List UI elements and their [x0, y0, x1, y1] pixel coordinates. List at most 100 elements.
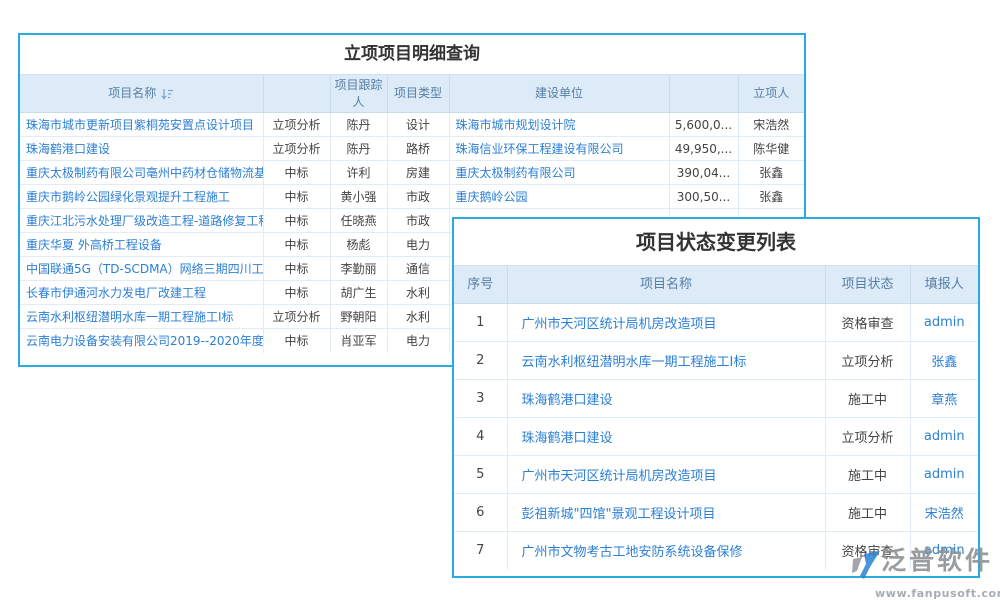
table-cell: 陈丹: [330, 113, 387, 137]
table-row: 1广州市天河区统计局机房改造项目资格审查admin: [454, 304, 978, 342]
cell-link[interactable]: 珠海鹤港口建设: [507, 418, 825, 456]
column-header-amount: [669, 75, 738, 113]
table-row: 5广州市天河区统计局机房改造项目施工中admin: [454, 456, 978, 494]
table-cell: 资格审查: [825, 532, 910, 570]
column-header-type: 项目类型: [387, 75, 449, 113]
table-cell: 6: [454, 494, 507, 532]
table-cell: 施工中: [825, 494, 910, 532]
table-cell: 300,50...: [669, 185, 738, 209]
table-cell: 中标: [263, 281, 330, 305]
table-cell: 中标: [263, 185, 330, 209]
cell-link[interactable]: 珠海市城市规划设计院: [449, 113, 669, 137]
status-change-table: 序号 项目名称 项目状态 填报人 1广州市天河区统计局机房改造项目资格审查adm…: [454, 265, 978, 570]
column-header-project-name: 项目名称: [507, 266, 825, 304]
table-cell: 宋浩然: [738, 113, 804, 137]
table-cell: 设计: [387, 113, 449, 137]
table-cell: 杨彪: [330, 233, 387, 257]
table-cell: 中标: [263, 161, 330, 185]
table-cell: 中标: [263, 329, 330, 353]
panel2-title: 项目状态变更列表: [454, 219, 978, 265]
cell-link[interactable]: 珠海鹤港口建设: [20, 137, 263, 161]
table-cell: 49,950,...: [669, 137, 738, 161]
table-row: 7广州市文物考古工地安防系统设备保修资格审查admin: [454, 532, 978, 570]
table-cell: 路桥: [387, 137, 449, 161]
cell-link[interactable]: 广州市天河区统计局机房改造项目: [507, 304, 825, 342]
table-cell: 任晓燕: [330, 209, 387, 233]
table-cell: 陈丹: [330, 137, 387, 161]
column-header-project-name[interactable]: 项目名称: [20, 75, 263, 113]
status-change-table-body: 1广州市天河区统计局机房改造项目资格审查admin2云南水利枢纽潜明水库一期工程…: [454, 304, 978, 570]
table-row: 重庆市鹅岭公园绿化景观提升工程施工中标黄小强市政重庆鹅岭公园300,50...张…: [20, 185, 804, 209]
cell-link[interactable]: 彭祖新城"四馆"景观工程设计项目: [507, 494, 825, 532]
table-cell: 肖亚军: [330, 329, 387, 353]
table-cell: 胡广生: [330, 281, 387, 305]
watermark-url-text: www.fanpusoft.com: [875, 587, 1000, 600]
cell-link[interactable]: 广州市文物考古工地安防系统设备保修: [507, 532, 825, 570]
column-header-initiator: 立项人: [738, 75, 804, 113]
table-row: 2云南水利枢纽潜明水库一期工程施工I标立项分析张鑫: [454, 342, 978, 380]
table-cell: 黄小强: [330, 185, 387, 209]
cell-link[interactable]: 云南电力设备安装有限公司2019--2020年度劳务: [20, 329, 263, 353]
cell-link[interactable]: 云南水利枢纽潜明水库一期工程施工I标: [507, 342, 825, 380]
table-cell: 房建: [387, 161, 449, 185]
table-cell: 许利: [330, 161, 387, 185]
table-cell: 7: [454, 532, 507, 570]
table-cell: 水利: [387, 281, 449, 305]
cell-link[interactable]: 中国联通5G（TD-SCDMA）网络三期四川工程: [20, 257, 263, 281]
table-cell: 电力: [387, 329, 449, 353]
cell-link[interactable]: 章燕: [910, 380, 978, 418]
cell-link[interactable]: 珠海鹤港口建设: [507, 380, 825, 418]
cell-link[interactable]: 长春市伊通河水力发电厂改建工程: [20, 281, 263, 305]
table-cell: 中标: [263, 233, 330, 257]
table-cell: 张鑫: [738, 161, 804, 185]
table-row: 6彭祖新城"四馆"景观工程设计项目施工中宋浩然: [454, 494, 978, 532]
table-cell: 立项分析: [263, 305, 330, 329]
cell-link[interactable]: 宋浩然: [910, 494, 978, 532]
table-cell: 立项分析: [825, 342, 910, 380]
table-cell: 5: [454, 456, 507, 494]
cell-link[interactable]: 广州市天河区统计局机房改造项目: [507, 456, 825, 494]
column-header-reporter: 填报人: [910, 266, 978, 304]
status-change-list-panel: 项目状态变更列表 序号 项目名称 项目状态 填报人 1广州市天河区统计局机房改造…: [452, 217, 980, 578]
column-header-project-state: 项目状态: [825, 266, 910, 304]
table-cell: 2: [454, 342, 507, 380]
header-row: 序号 项目名称 项目状态 填报人: [454, 266, 978, 304]
cell-link[interactable]: 珠海市城市更新项目紫桐苑安置点设计项目: [20, 113, 263, 137]
table-row: 重庆太极制药有限公司亳州中药材仓储物流基地中标许利房建重庆太极制药有限公司390…: [20, 161, 804, 185]
table-cell: 施工中: [825, 456, 910, 494]
table-cell: 电力: [387, 233, 449, 257]
cell-link[interactable]: 重庆太极制药有限公司: [449, 161, 669, 185]
header-row: 项目名称 项目跟踪人 项目类: [20, 75, 804, 113]
cell-link[interactable]: 重庆鹅岭公园: [449, 185, 669, 209]
cell-link[interactable]: 重庆太极制药有限公司亳州中药材仓储物流基地: [20, 161, 263, 185]
cell-link[interactable]: admin: [910, 304, 978, 342]
panel1-title: 立项项目明细查询: [20, 35, 804, 74]
table-cell: 张鑫: [738, 185, 804, 209]
sort-icon[interactable]: [161, 88, 174, 100]
cell-link[interactable]: 云南水利枢纽潜明水库一期工程施工I标: [20, 305, 263, 329]
table-cell: 中标: [263, 257, 330, 281]
cell-link[interactable]: 重庆江北污水处理厂级改造工程-道路修复工程: [20, 209, 263, 233]
cell-link[interactable]: 张鑫: [910, 342, 978, 380]
table-row: 珠海鹤港口建设立项分析陈丹路桥珠海信业环保工程建设有限公司49,950,...陈…: [20, 137, 804, 161]
table-row: 3珠海鹤港口建设施工中章燕: [454, 380, 978, 418]
column-header-status: [263, 75, 330, 113]
table-cell: 立项分析: [825, 418, 910, 456]
table-cell: 野朝阳: [330, 305, 387, 329]
cell-link[interactable]: admin: [910, 418, 978, 456]
column-header-index: 序号: [454, 266, 507, 304]
table-cell: 通信: [387, 257, 449, 281]
column-label: 项目名称: [108, 85, 156, 101]
table-cell: 5,600,0...: [669, 113, 738, 137]
cell-link[interactable]: admin: [910, 532, 978, 570]
table-cell: 立项分析: [263, 113, 330, 137]
cell-link[interactable]: 珠海信业环保工程建设有限公司: [449, 137, 669, 161]
table-cell: 立项分析: [263, 137, 330, 161]
cell-link[interactable]: 重庆市鹅岭公园绿化景观提升工程施工: [20, 185, 263, 209]
cell-link[interactable]: 重庆华夏 外高桥工程设备: [20, 233, 263, 257]
table-row: 4珠海鹤港口建设立项分析admin: [454, 418, 978, 456]
table-cell: 390,04...: [669, 161, 738, 185]
cell-link[interactable]: admin: [910, 456, 978, 494]
table-row: 珠海市城市更新项目紫桐苑安置点设计项目立项分析陈丹设计珠海市城市规划设计院5,6…: [20, 113, 804, 137]
column-header-tracker: 项目跟踪人: [330, 75, 387, 113]
